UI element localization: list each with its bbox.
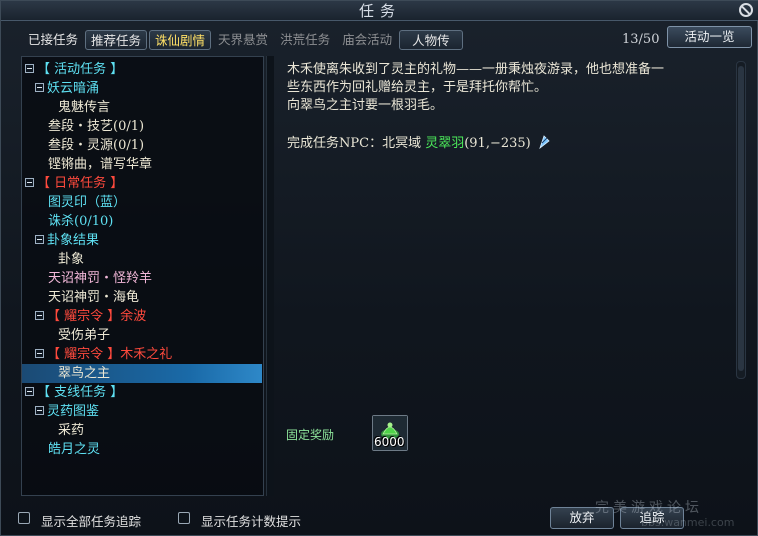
npc-coords: (91,−235) [464, 136, 531, 151]
tree-item[interactable]: 妖云暗涌 [22, 79, 262, 98]
tree-item-label: 天诏神罚・海龟 [48, 290, 140, 305]
tree-item-label: 卦象 [58, 252, 85, 267]
tree-item-label: 叁段・灵源(0/1) [48, 138, 145, 153]
window-title: 任务 [358, 2, 401, 20]
forum-watermark-url: bbs.wanmei.com [641, 516, 735, 529]
tree-item[interactable]: 图灵印（蓝） [22, 193, 262, 212]
tree-scrollbar[interactable] [266, 56, 274, 496]
tree-item-label: 铿锵曲，谱写华章 [48, 157, 153, 172]
count-hint-checkbox[interactable] [178, 512, 190, 524]
tree-item[interactable]: 【 耀宗令 】木禾之礼 [22, 345, 262, 364]
tree-item[interactable]: 铿锵曲，谱写华章 [22, 155, 262, 174]
title-bar[interactable]: 任务 [1, 1, 758, 21]
tree-item[interactable]: 灵药图鉴 [22, 402, 262, 421]
tree-item-label: 卦象结果 [47, 233, 100, 248]
tree-item-label: 图灵印（蓝） [48, 195, 127, 210]
tree-item[interactable]: 翠鸟之主 [22, 364, 262, 383]
tree-item[interactable]: 采药 [22, 421, 262, 440]
tree-category[interactable]: 【 活动任务 】 [22, 60, 262, 79]
tree-item[interactable]: 卦象结果 [22, 231, 262, 250]
tree-item-label: 【 支线任务 】 [37, 385, 124, 400]
tree-item-label: 叁段・技艺(0/1) [48, 119, 145, 134]
quest-count: 13/50 [622, 32, 660, 47]
tree-item[interactable]: 受伤弟子 [22, 326, 262, 345]
tree-item-label: 【 日常任务 】 [37, 176, 124, 191]
collapse-toggle-icon[interactable] [35, 349, 44, 358]
tree-item[interactable]: 天诏神罚・海龟 [22, 288, 262, 307]
tab-zhuxian-story[interactable]: 诛仙剧情 [149, 30, 212, 50]
fixed-reward-label: 固定奖励 [286, 428, 335, 442]
collapse-toggle-icon[interactable] [25, 178, 34, 187]
quest-description: 木禾使离朱收到了灵主的礼物——一册秉烛夜游录，他也想准备一 些东西作为回礼赠给灵… [287, 61, 727, 115]
tab-primordial[interactable]: 洪荒任务 [275, 30, 335, 50]
track-all-label: 显示全部任务追踪 [41, 514, 142, 529]
quest-detail-panel: 木禾使离朱收到了灵主的礼物——一册秉烛夜游录，他也想准备一 些东西作为回礼赠给灵… [276, 56, 751, 496]
tree-item-label: 受伤弟子 [58, 328, 111, 343]
quest-tabs: 已接任务 推荐任务 诛仙剧情 天界悬赏 洪荒任务 庙会活动 人物传 [23, 30, 463, 50]
tree-item-label: 【 耀宗令 】木禾之礼 [47, 347, 173, 362]
collapse-toggle-icon[interactable] [35, 83, 44, 92]
quest-tree-panel: 【 活动任务 】妖云暗涌鬼魅传言叁段・技艺(0/1) 叁段・灵源(0/1) 铿锵曲，… [21, 56, 264, 496]
forum-watermark: 完美游戏论坛 [595, 500, 703, 516]
detail-scrollbar[interactable] [736, 61, 746, 379]
activity-list-button[interactable]: 活动一览 [667, 26, 752, 48]
description-line: 些东西作为回礼赠给灵主，于是拜托你帮忙。 [287, 80, 548, 95]
tree-item-label: 诛杀(0/10) [48, 214, 114, 229]
detail-scroll-thumb[interactable] [738, 66, 744, 371]
tree-category[interactable]: 【 日常任务 】 [22, 174, 262, 193]
tree-item-label: 妖云暗涌 [47, 81, 100, 96]
tree-item[interactable]: 【 耀宗令 】余波 [22, 307, 262, 326]
reward-count: 6000 [374, 435, 405, 449]
tree-item-label: 采药 [58, 423, 85, 438]
tab-temple-fair[interactable]: 庙会活动 [337, 30, 397, 50]
npc-prefix: 完成任务NPC：北冥域 [287, 136, 426, 151]
collapse-toggle-icon[interactable] [35, 235, 44, 244]
track-all-checkbox[interactable] [18, 512, 30, 524]
npc-name-link[interactable]: 灵翠羽 [425, 136, 464, 151]
collapse-toggle-icon[interactable] [25, 387, 34, 396]
description-line: 向翠鸟之主讨要一根羽毛。 [287, 98, 444, 113]
tree-item[interactable]: 叁段・灵源(0/1) [22, 136, 262, 155]
navigate-pin-icon[interactable] [539, 135, 550, 149]
tree-item[interactable]: 天诏神罚・怪羚羊 [22, 269, 262, 288]
npc-line: 完成任务NPC：北冥域 灵翠羽(91,−235) [287, 132, 550, 151]
description-line: 木禾使离朱收到了灵主的礼物——一册秉烛夜游录，他也想准备一 [287, 62, 665, 77]
tree-category[interactable]: 【 支线任务 】 [22, 383, 262, 402]
tab-accepted[interactable]: 已接任务 [23, 30, 83, 50]
tree-item-label: 天诏神罚・怪羚羊 [48, 271, 153, 286]
quest-tree: 【 活动任务 】妖云暗涌鬼魅传言叁段・技艺(0/1) 叁段・灵源(0/1) 铿锵曲，… [22, 60, 262, 459]
tree-item-label: 灵药图鉴 [47, 404, 100, 419]
tree-item-label: 鬼魅传言 [58, 100, 111, 115]
collapse-toggle-icon[interactable] [35, 311, 44, 320]
tree-item[interactable]: 皓月之灵 [22, 440, 262, 459]
tab-recommended[interactable]: 推荐任务 [85, 30, 148, 50]
tree-item-label: 翠鸟之主 [58, 366, 111, 381]
close-icon[interactable] [739, 3, 753, 17]
count-hint-label: 显示任务计数提示 [201, 514, 302, 529]
tree-item-label: 【 活动任务 】 [37, 62, 124, 77]
quest-window: 任务 已接任务 推荐任务 诛仙剧情 天界悬赏 洪荒任务 庙会活动 人物传 13/… [0, 0, 758, 536]
tree-item[interactable]: 诛杀(0/10) [22, 212, 262, 231]
tree-item-label: 【 耀宗令 】余波 [47, 309, 147, 324]
tree-item[interactable]: 鬼魅传言 [22, 98, 262, 117]
collapse-toggle-icon[interactable] [35, 406, 44, 415]
collapse-toggle-icon[interactable] [25, 64, 34, 73]
tree-item-label: 皓月之灵 [48, 442, 101, 457]
tree-item[interactable]: 叁段・技艺(0/1) [22, 117, 262, 136]
tab-biography[interactable]: 人物传 [399, 30, 463, 50]
tree-item[interactable]: 卦象 [22, 250, 262, 269]
tab-heaven-bounty[interactable]: 天界悬赏 [213, 30, 273, 50]
